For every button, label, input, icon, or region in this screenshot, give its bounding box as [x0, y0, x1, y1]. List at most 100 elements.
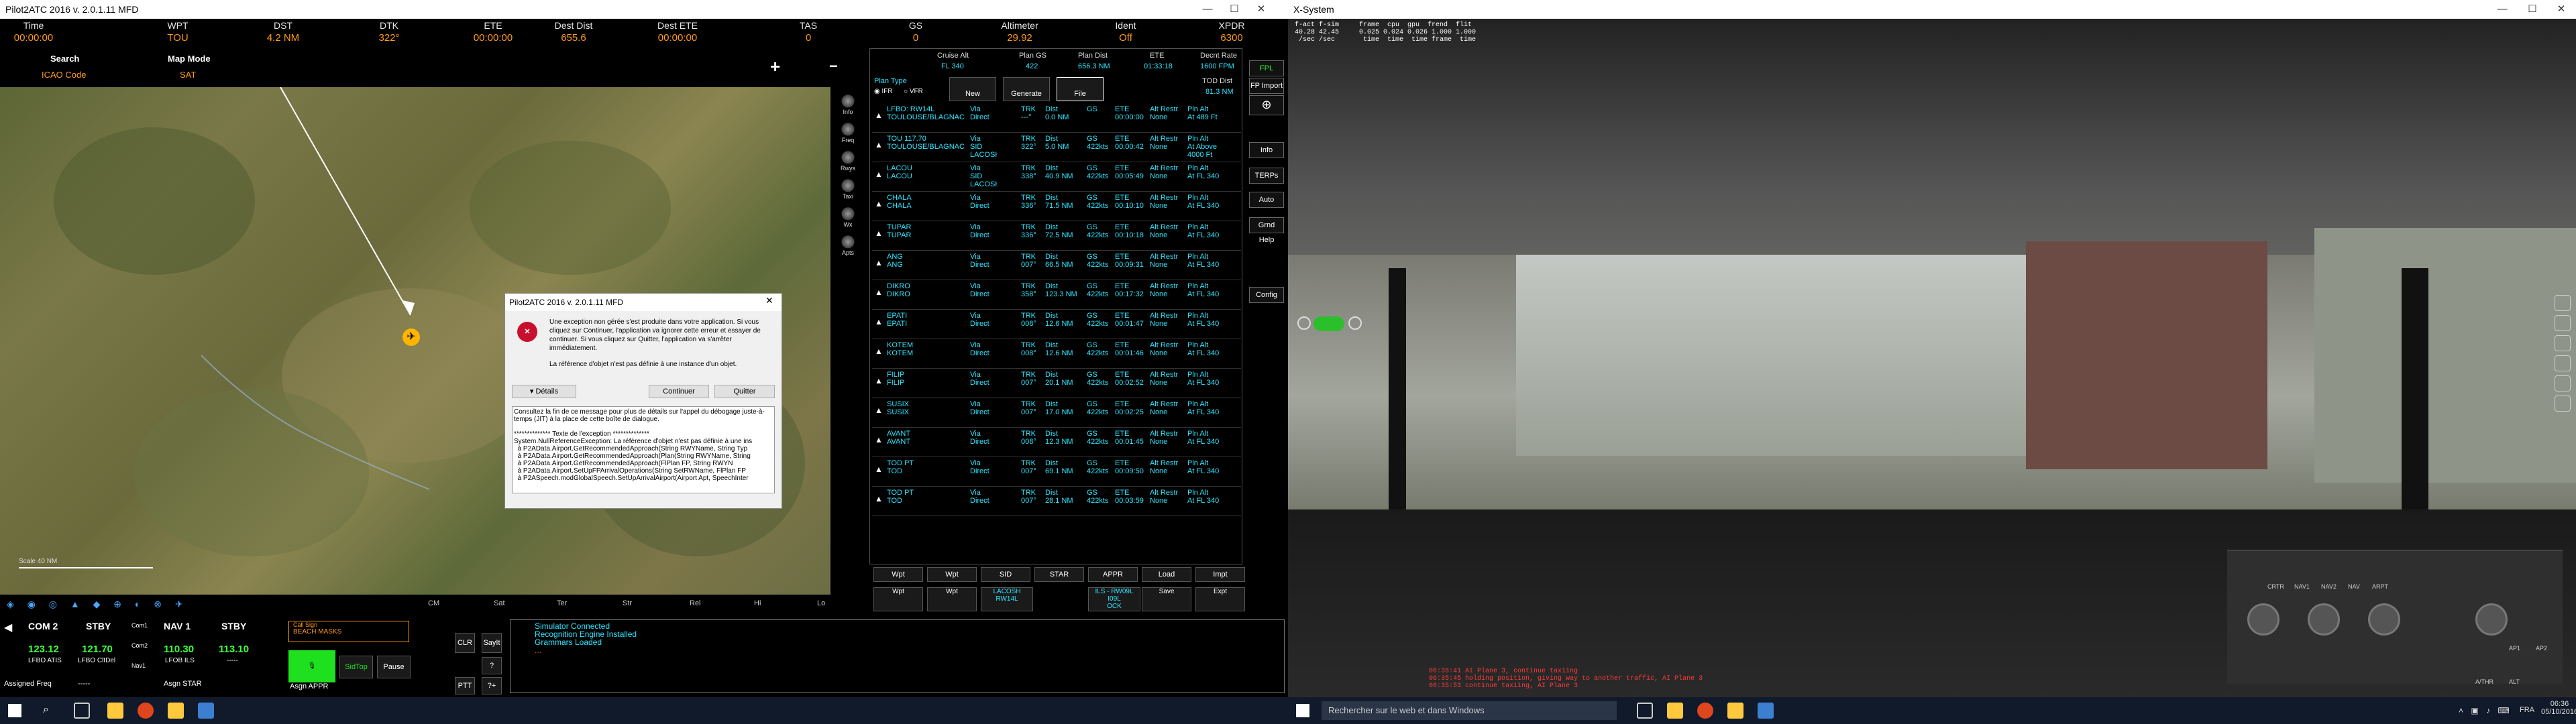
plan-row[interactable]: ▲ DIKRO DIKRO Via Direct TRK 358° Dist 123.3…	[872, 280, 1241, 310]
plan-row[interactable]: ▲ LFBO: RW14L TOULOUSE/BLAGNAC Via Direct T…	[872, 103, 1241, 133]
side-btn-auto[interactable]: Auto	[1249, 192, 1284, 208]
sid-name[interactable]: LACOSH RW14L	[981, 587, 1033, 611]
xs-minimize-button[interactable]: —	[2489, 0, 2516, 19]
callsign-box[interactable]: Call Sign BEACH MASKS	[288, 621, 409, 642]
tool-icon-3[interactable]	[2555, 335, 2571, 351]
vfr-radio[interactable]: ○ VFR	[904, 88, 923, 95]
map-layer-str[interactable]: Str	[623, 599, 632, 607]
windows-start-icon-2[interactable]	[1296, 704, 1309, 717]
plan-row[interactable]: ▲ TOD PT TOD Via Direct TRK 007° Dist 28.1 N…	[872, 487, 1241, 516]
tool-icon-6[interactable]	[2555, 396, 2571, 412]
plan-btn-star[interactable]: STAR	[1034, 567, 1084, 582]
folder-icon[interactable]	[168, 703, 184, 719]
map-tool-taxi[interactable]: Taxi	[837, 178, 859, 202]
plan-cell-alt[interactable]: Alt Restr None	[1150, 105, 1182, 121]
map-layer-lo[interactable]: Lo	[817, 599, 825, 607]
side-btn-fpl[interactable]: FPL	[1249, 60, 1284, 76]
com2-small[interactable]: Com2	[131, 642, 148, 649]
new-plan-button[interactable]: New	[949, 77, 996, 101]
com1-small[interactable]: Com1	[131, 622, 148, 629]
fcu-knob-1[interactable]	[2247, 603, 2279, 636]
sayit-button[interactable]: SayIt	[482, 633, 502, 653]
clock[interactable]: 06:36 05/10/2016	[2541, 700, 2576, 716]
plan-gs[interactable]: 422	[1026, 62, 1038, 70]
plan-row[interactable]: ▲ TOD PT TOD Via Direct TRK 007° Dist 69.1 N…	[872, 457, 1241, 487]
plan-row[interactable]: ▲ TUPAR TUPAR Via Direct TRK 336° Dist 72.5 …	[872, 221, 1241, 251]
map-tool-info[interactable]: Info	[837, 94, 859, 118]
zoom-in-button[interactable]: +	[770, 56, 780, 77]
plan-row[interactable]: ▲ ANG ANG Via Direct TRK 007° Dist 66.5 NM GS…	[872, 251, 1241, 280]
plan-cell-alt[interactable]: Alt Restr None	[1150, 400, 1182, 416]
row-arrow-icon[interactable]: ▲	[875, 347, 883, 355]
com2-stby[interactable]: 121.70	[82, 644, 113, 655]
map-layer-ter[interactable]: Ter	[557, 599, 567, 607]
exception-details[interactable]: Consultez la fin de ce message pour plus…	[512, 406, 775, 493]
green-overlay-widget[interactable]	[1313, 316, 1344, 331]
topbar-value[interactable]: 4.2 NM	[243, 32, 323, 44]
plan-cell-alt[interactable]: Alt Restr None	[1150, 312, 1182, 328]
map-tool-apts[interactable]: Apts	[837, 235, 859, 259]
windows-start-icon[interactable]	[8, 704, 21, 717]
move-wpt-button[interactable]: Wpt	[927, 587, 977, 611]
continue-button[interactable]: Continuer	[649, 385, 709, 398]
nav1-small[interactable]: Nav1	[131, 662, 146, 669]
plan-row[interactable]: ▲ KOTEM KOTEM Via Direct TRK 008° Dist 12.6 …	[872, 339, 1241, 369]
fcu-knob-4[interactable]	[2475, 603, 2508, 636]
topbar-value[interactable]: TOU	[138, 32, 218, 44]
row-arrow-icon[interactable]: ▲	[875, 259, 883, 267]
row-arrow-icon[interactable]: ▲	[875, 318, 883, 326]
plan-cell-alt[interactable]: Alt Restr None	[1150, 341, 1182, 357]
com2-active[interactable]: 123.12	[28, 644, 59, 655]
plan-row[interactable]: ▲ EPATI EPATI Via Direct TRK 008° Dist 12.6 …	[872, 310, 1241, 339]
side-btn-config[interactable]: Config	[1249, 287, 1284, 303]
row-arrow-icon[interactable]: ▲	[875, 465, 883, 473]
map-footer-icons[interactable]: ◈ ◉ ◎ ▲ ◆ ⊕ ◐ ⊗ ✈	[7, 599, 189, 610]
row-arrow-icon[interactable]: ▲	[875, 406, 883, 414]
fcu-knob-2[interactable]	[2308, 603, 2340, 636]
overlay-right-icon[interactable]	[1348, 316, 1362, 330]
tray-icons[interactable]: ˄ ▣ ♪ ⌨	[2459, 706, 2512, 715]
topbar-value[interactable]: 00:00:00	[0, 32, 74, 44]
xsystem-window[interactable]: X-System — ☐ ✕ f-act f-sim frame cpu gpu…	[1288, 0, 2576, 697]
help-plus-button[interactable]: ?+	[482, 677, 502, 695]
topbar-value[interactable]: 00:00:00	[453, 32, 533, 44]
explorer-icon-2[interactable]	[1667, 703, 1683, 719]
plan-cell-alt[interactable]: Alt Restr None	[1150, 371, 1182, 387]
ifr-radio[interactable]: ◉ IFR	[874, 88, 893, 95]
plan-cell-alt[interactable]: Alt Restr None	[1150, 164, 1182, 180]
topbar-value[interactable]: 00:00:00	[637, 32, 718, 44]
topbar-value[interactable]: 29.92	[979, 32, 1060, 44]
plan-row[interactable]: ▲ SUSIX SUSIX Via Direct TRK 007° Dist 17.0 …	[872, 398, 1241, 428]
topbar-value[interactable]: 6300	[1191, 32, 1272, 44]
sidtop-button[interactable]: SidTop	[339, 656, 373, 678]
row-arrow-icon[interactable]: ▲	[875, 288, 883, 296]
close-button[interactable]: ✕	[1248, 0, 1275, 19]
tool-icon-4[interactable]	[2555, 355, 2571, 371]
plan-row[interactable]: ▲ AVANT AVANT Via Direct TRK 008° Dist 12.3 …	[872, 428, 1241, 457]
appr-name[interactable]: ILS - RW09L I09L OCK	[1088, 587, 1140, 611]
fcu-knob-3[interactable]	[2368, 603, 2400, 636]
explorer-icon[interactable]	[107, 703, 123, 719]
map-tool-wx[interactable]: Wx	[837, 206, 859, 231]
plan-row[interactable]: ▲ LACOU LACOU Via SID LACOSH TRK 338° Dist 4…	[872, 162, 1241, 192]
plan-btn-wpt[interactable]: Wpt	[927, 567, 977, 582]
map-layer-rel[interactable]: Rel	[690, 599, 701, 607]
save-plan-button[interactable]: Save	[1142, 587, 1191, 611]
export-plan-button[interactable]: Expt	[1195, 587, 1245, 611]
dialog-close-icon[interactable]: ✕	[765, 295, 773, 306]
descent-rate[interactable]: 1600 FPM	[1200, 62, 1234, 70]
plan-cell-alt[interactable]: Alt Restr None	[1150, 282, 1182, 298]
tool-icon-1[interactable]	[2555, 295, 2571, 311]
map-tool-freq[interactable]: Freq	[837, 122, 859, 146]
clr-button[interactable]: CLR	[455, 633, 475, 653]
plan-cell-alt[interactable]: Alt Restr None	[1150, 489, 1182, 505]
search-icon[interactable]: ⌕	[43, 704, 49, 716]
plan-cell-alt[interactable]: Alt Restr None	[1150, 459, 1182, 475]
quit-button[interactable]: Quitter	[714, 385, 775, 398]
overlay-left-icon[interactable]	[1297, 316, 1311, 330]
plan-row[interactable]: ▲ CHALA CHALA Via Direct TRK 336° Dist 71.5 …	[872, 192, 1241, 221]
side-btn-info[interactable]: Info	[1249, 142, 1284, 158]
side-btn-terps[interactable]: TERPs	[1249, 168, 1284, 184]
plan-cell-alt[interactable]: Alt Restr None	[1150, 223, 1182, 239]
delete-wpt-button[interactable]: Wpt	[873, 587, 923, 611]
